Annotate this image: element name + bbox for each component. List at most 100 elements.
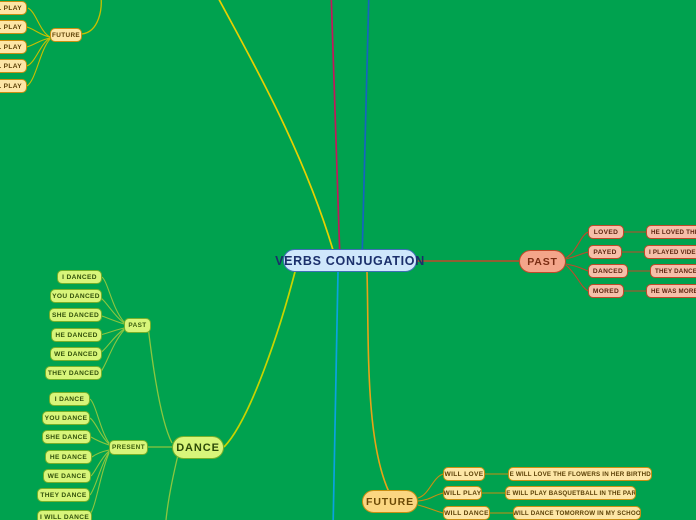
dance-branch-node[interactable]: DANCE <box>172 436 224 459</box>
edge-future-to-will-love <box>417 473 444 499</box>
dance-past-item-3[interactable]: SHE DANCED <box>49 308 102 322</box>
edge-topleft-future-to-item-3 <box>26 37 51 48</box>
edge-topleft-future-to-item-1 <box>27 7 51 38</box>
dance-present-item-1[interactable]: I DANCE <box>49 392 90 406</box>
dance-past-label: PAST <box>128 322 147 329</box>
edge-future-to-will-play <box>417 492 444 502</box>
future-verb-will-love-label: WILL LOVE <box>444 470 484 478</box>
past-verb-mored-label: MORED <box>592 287 620 295</box>
future-sentence-will-dance-label: I WILL DANCE TOMORROW IN MY SCHOOL <box>513 509 641 517</box>
dance-past-node[interactable]: PAST <box>124 318 151 333</box>
dance-present-item-2[interactable]: YOU DANCE <box>42 411 90 425</box>
edge-past-left-to-i-danced <box>101 276 125 323</box>
dance-present-item-7[interactable]: I WILL DANCE <box>37 510 92 520</box>
dance-present-item-4-label: HE DANCE <box>49 453 88 461</box>
future-verb-will-love[interactable]: WILL LOVE <box>443 467 485 481</box>
future-sentence-will-play-label: WE WILL PLAY BASQUETBALL IN THE PARK <box>505 489 636 497</box>
edge-past-left-to-you-danced <box>97 295 125 324</box>
mindmap-canvas[interactable]: VERBS CONJUGATION PAST LOVED PAYED DANCE… <box>0 0 696 520</box>
edge-root-cyan-down <box>332 271 339 520</box>
edge-past-to-payed <box>565 251 589 260</box>
edge-topleft-future-to-item-4 <box>26 37 51 67</box>
edge-past-left-to-we-danced <box>98 328 125 355</box>
dance-past-item-5[interactable]: WE DANCED <box>50 347 102 361</box>
topleft-future-item-3-label: LL PLAY <box>0 43 22 51</box>
edge-past-left-to-they-danced <box>99 329 125 374</box>
edge-dance-to-past <box>147 325 173 444</box>
topleft-future-item-4-label: LL PLAY <box>0 62 22 70</box>
past-verb-danced-label: DANCED <box>592 267 624 275</box>
topleft-future-item-4[interactable]: LL PLAY <box>0 59 27 73</box>
edge-past-to-loved <box>565 231 589 259</box>
topleft-future-item-1-label: LL PLAY <box>0 4 22 12</box>
edge-dance-down-extra <box>165 454 179 520</box>
dance-present-item-6[interactable]: THEY DANCE <box>37 488 90 502</box>
dance-past-item-6-label: THEY DANCED <box>47 369 100 377</box>
dance-past-item-2-label: YOU DANCED <box>52 292 100 300</box>
future-branch-node[interactable]: FUTURE <box>362 490 418 513</box>
edge-topleft-future-trunk <box>81 0 102 35</box>
future-sentence-will-love-label: SHE WILL LOVE THE FLOWERS IN HER BIRTHDA… <box>508 470 652 478</box>
dance-past-item-2[interactable]: YOU DANCED <box>50 289 102 303</box>
dance-present-item-4[interactable]: HE DANCE <box>45 450 92 464</box>
past-sentence-mored[interactable]: HE WAS MORED <box>646 284 696 298</box>
dance-past-item-3-label: SHE DANCED <box>51 311 100 319</box>
edge-past-left-to-she-danced <box>98 314 125 325</box>
future-verb-will-dance-label: WILL DANCE <box>444 509 489 517</box>
topleft-future-node[interactable]: FUTURE <box>50 28 82 42</box>
past-verb-loved-label: LOVED <box>593 228 619 236</box>
future-sentence-will-play[interactable]: WE WILL PLAY BASQUETBALL IN THE PARK <box>505 486 636 500</box>
past-verb-mored[interactable]: MORED <box>588 284 624 298</box>
past-verb-loved[interactable]: LOVED <box>588 225 624 239</box>
past-sentence-danced[interactable]: THEY DANCED <box>650 264 696 278</box>
past-sentence-mored-label: HE WAS MORED <box>651 287 696 295</box>
edge-past-left-to-he-danced <box>99 327 125 336</box>
edge-present-to-you-dance <box>89 417 110 445</box>
past-branch-node[interactable]: PAST <box>519 250 566 273</box>
edge-root-blue-vertical <box>361 0 370 262</box>
past-verb-payed[interactable]: PAYED <box>588 245 622 259</box>
edge-present-to-he-dance <box>91 449 110 458</box>
edge-past-to-danced <box>565 263 589 272</box>
dance-past-item-4[interactable]: HE DANCED <box>51 328 102 342</box>
root-node-label: VERBS CONJUGATION <box>275 253 425 268</box>
dance-present-item-1-label: I DANCE <box>54 395 85 403</box>
dance-past-item-1[interactable]: I DANCED <box>57 270 102 284</box>
past-verb-payed-label: PAYED <box>593 248 617 256</box>
edge-present-to-i-dance <box>89 398 110 444</box>
past-sentence-loved[interactable]: HE LOVED THE M <box>646 225 696 239</box>
dance-present-item-5-label: WE DANCE <box>47 472 87 480</box>
topleft-future-item-2[interactable]: LL PLAY <box>0 20 27 34</box>
dance-present-item-3[interactable]: SHE DANCE <box>42 430 91 444</box>
past-sentence-payed[interactable]: I PLAYED VIDEO G <box>644 245 696 259</box>
edge-future-to-will-dance <box>417 504 444 514</box>
edge-present-to-we-dance <box>90 450 110 477</box>
edge-present-to-i-will-dance <box>88 452 110 517</box>
future-sentence-will-love[interactable]: SHE WILL LOVE THE FLOWERS IN HER BIRTHDA… <box>508 467 652 481</box>
topleft-future-item-5[interactable]: LL PLAY <box>0 79 27 93</box>
edge-topleft-future-to-item-5 <box>26 38 51 87</box>
future-verb-will-play-label: WILL PLAY <box>443 489 482 497</box>
dance-present-item-6-label: THEY DANCE <box>40 491 87 499</box>
dance-present-node[interactable]: PRESENT <box>109 440 148 455</box>
topleft-future-item-3[interactable]: LL PLAY <box>0 40 27 54</box>
edge-root-red-vertical <box>330 0 341 262</box>
future-branch-label: FUTURE <box>366 495 414 508</box>
dance-past-item-6[interactable]: THEY DANCED <box>45 366 102 380</box>
dance-branch-label: DANCE <box>176 441 220 454</box>
edge-root-yellow-top <box>218 0 334 251</box>
root-node[interactable]: VERBS CONJUGATION <box>275 249 424 272</box>
topleft-future-item-5-label: LL PLAY <box>0 82 22 90</box>
dance-present-item-7-label: I WILL DANCE <box>39 513 90 520</box>
dance-present-label: PRESENT <box>112 444 145 451</box>
dance-present-item-5[interactable]: WE DANCE <box>43 469 91 483</box>
future-sentence-will-dance[interactable]: I WILL DANCE TOMORROW IN MY SCHOOL <box>513 506 641 520</box>
past-verb-danced[interactable]: DANCED <box>588 264 628 278</box>
past-sentence-payed-label: I PLAYED VIDEO G <box>649 248 696 256</box>
future-verb-will-play[interactable]: WILL PLAY <box>443 486 482 500</box>
future-verb-will-dance[interactable]: WILL DANCE <box>443 506 490 520</box>
topleft-future-item-1[interactable]: LL PLAY <box>0 1 27 15</box>
dance-present-item-3-label: SHE DANCE <box>45 433 88 441</box>
past-sentence-loved-label: HE LOVED THE M <box>651 228 696 236</box>
dance-past-item-4-label: HE DANCED <box>55 331 98 339</box>
